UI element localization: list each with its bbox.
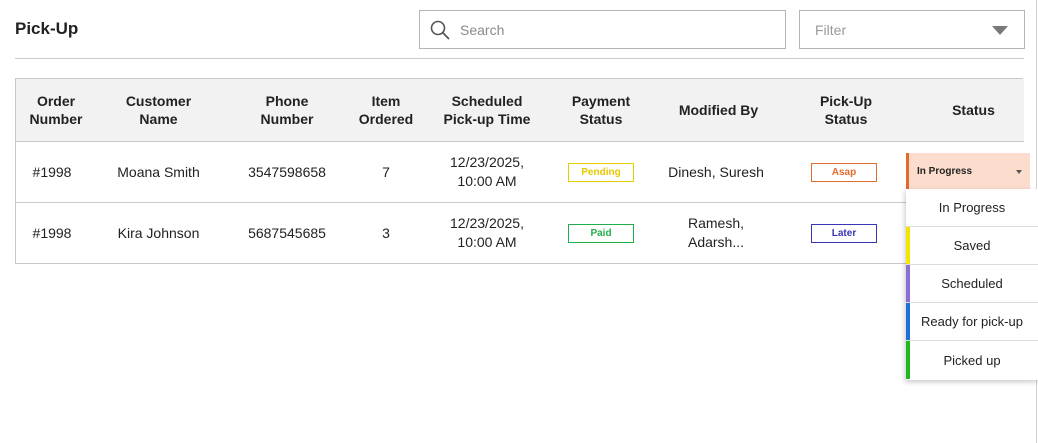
- scheduled-time: 12/23/2025, 10:00 AM: [450, 215, 524, 250]
- search-icon: [430, 20, 450, 40]
- table-header: Order Number Customer Name Phone Number …: [16, 79, 1024, 142]
- status-option-scheduled[interactable]: Scheduled: [906, 265, 1038, 303]
- col-pickup-status: Pick-Up Status: [819, 93, 873, 127]
- status-option-label: Picked up: [943, 352, 1001, 368]
- status-option-in-progress[interactable]: In Progress: [906, 189, 1038, 227]
- col-status: Status: [952, 102, 995, 118]
- status-select[interactable]: In Progress: [906, 153, 1030, 191]
- status-select-label: In Progress: [917, 166, 973, 177]
- status-option-label: In Progress: [938, 200, 1006, 215]
- phone-number: 5687545685: [248, 224, 326, 241]
- col-phone-number: Phone Number: [260, 93, 314, 127]
- col-scheduled-time: Scheduled Pick-up Time: [443, 93, 531, 127]
- col-payment-status: Payment Status: [571, 93, 631, 127]
- col-item-ordered: Item Ordered: [358, 93, 414, 127]
- filter-dropdown[interactable]: Filter: [799, 10, 1025, 49]
- status-option-label: Ready for pick-up: [921, 314, 1023, 329]
- status-color-bar: [906, 265, 910, 302]
- table-row[interactable]: #1998 Moana Smith 3547598658 7 12/23/202…: [16, 142, 1030, 203]
- search-input[interactable]: Search: [419, 10, 786, 49]
- payment-status-cell: Pending: [561, 142, 641, 202]
- orders-table: Order Number Customer Name Phone Number …: [15, 78, 1030, 264]
- status-option-label: Saved: [953, 238, 991, 253]
- item-count: 7: [382, 163, 390, 180]
- filter-placeholder: Filter: [815, 22, 847, 38]
- table-row[interactable]: #1998 Kira Johnson 5687545685 3 12/23/20…: [16, 203, 1024, 264]
- scheduled-time: 12/23/2025, 10:00 AM: [450, 154, 524, 189]
- item-count: 3: [382, 224, 390, 241]
- pickup-status-badge: Asap: [811, 162, 877, 182]
- pickup-status-badge: Later: [811, 223, 877, 243]
- pickup-status-cell: Later: [809, 203, 879, 263]
- status-option-picked-up[interactable]: Picked up: [906, 341, 1038, 379]
- col-customer-name: Customer Name: [125, 93, 192, 127]
- search-placeholder: Search: [460, 22, 505, 38]
- header-divider: [15, 58, 1024, 59]
- order-number: #1998: [32, 224, 72, 241]
- chevron-down-icon: [992, 26, 1008, 35]
- payment-status-cell: Paid: [561, 203, 641, 263]
- customer-name: Moana Smith: [117, 163, 200, 180]
- payment-status-badge: Pending: [568, 162, 634, 182]
- order-number: #1998: [32, 163, 72, 180]
- payment-status-badge: Paid: [568, 223, 634, 243]
- status-color-bar: [906, 303, 910, 340]
- modified-by: Dinesh, Suresh: [668, 163, 764, 180]
- page-title: Pick-Up: [15, 19, 79, 38]
- col-order-number: Order Number: [29, 93, 83, 127]
- status-option-ready[interactable]: Ready for pick-up: [906, 303, 1038, 341]
- pickup-status-cell: Asap: [809, 142, 879, 202]
- status-dropdown-menu: In Progress Saved Scheduled Ready for pi…: [906, 189, 1038, 380]
- phone-number: 3547598658: [248, 163, 326, 180]
- status-color-bar: [906, 227, 910, 264]
- status-color-bar: [906, 341, 910, 379]
- status-option-saved[interactable]: Saved: [906, 227, 1038, 265]
- modified-by: Ramesh, Adarsh...: [687, 215, 745, 250]
- status-option-label: Scheduled: [941, 276, 1003, 291]
- col-modified-by: Modified By: [678, 102, 759, 118]
- status-color-bar: [906, 189, 910, 226]
- customer-name: Kira Johnson: [117, 224, 200, 241]
- chevron-down-icon: [1016, 170, 1022, 174]
